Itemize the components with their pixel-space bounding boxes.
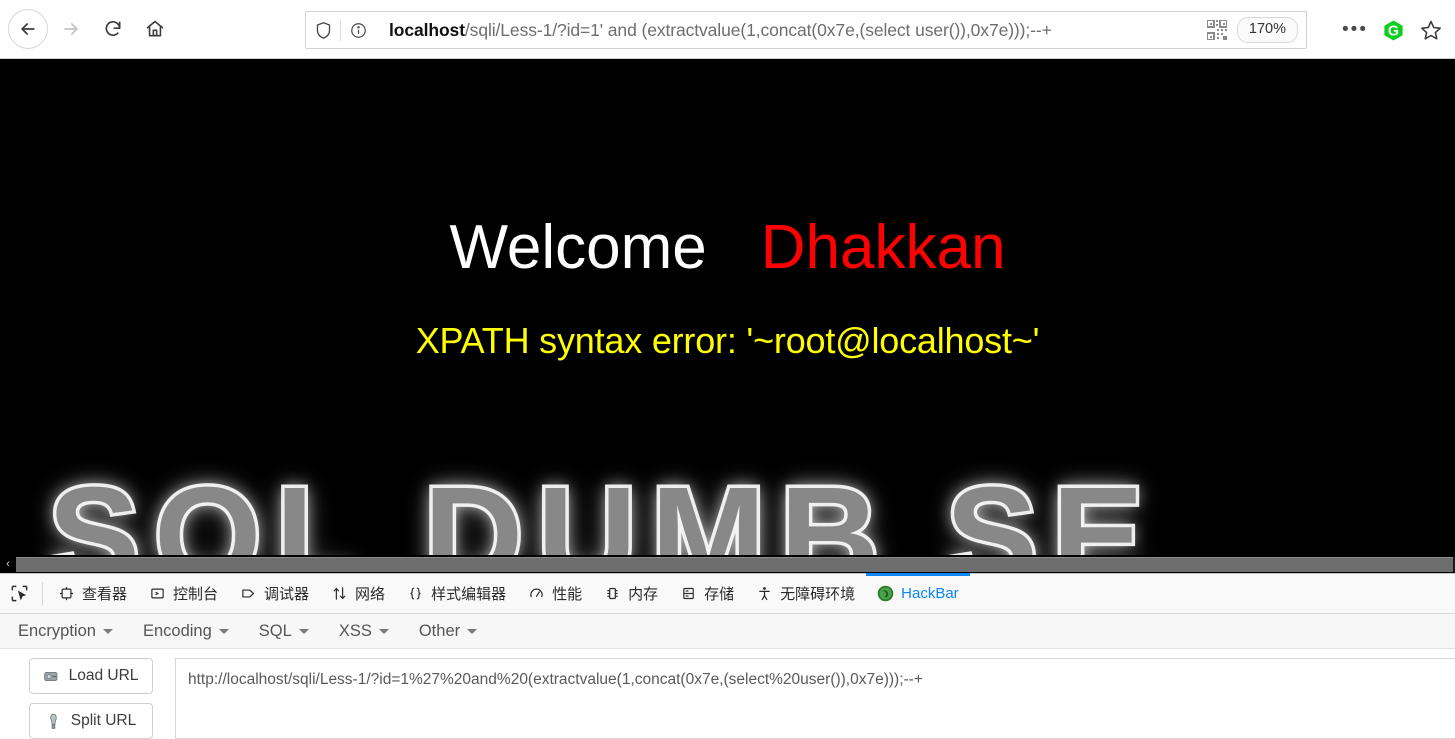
chevron-down-icon [467, 628, 478, 634]
qr-code-icon[interactable] [1205, 19, 1228, 41]
devtools-tab-storage[interactable]: 存储 [669, 574, 745, 613]
home-button[interactable] [136, 10, 174, 48]
browser-actions: ••• G [1337, 11, 1449, 49]
welcome-heading: Welcome Dhakkan [0, 212, 1455, 283]
performance-gauge-icon [528, 585, 545, 602]
url-bar[interactable]: localhost/sqli/Less-1/?id=1' and (extrac… [305, 11, 1307, 49]
arrow-left-icon [21, 23, 35, 35]
hackbar-menu-other[interactable]: Other [418, 621, 478, 641]
devtools-tab-memory[interactable]: 内存 [593, 574, 669, 613]
scrollbar-track[interactable] [16, 556, 1455, 572]
hackbar-menu-label: Encryption [18, 621, 96, 640]
split-url-button[interactable]: Split URL [28, 703, 153, 739]
load-url-button[interactable]: Load URL [28, 658, 153, 694]
devtools-tab-label: 网络 [355, 586, 386, 603]
devtools-tab-label: 性能 [552, 586, 583, 603]
xpath-error-message: XPATH syntax error: '~root@localhost~' [415, 320, 1040, 361]
scrollbar-thumb[interactable] [16, 556, 1453, 572]
url-text[interactable]: localhost/sqli/Less-1/?id=1' and (extrac… [375, 20, 1207, 41]
background-logo-text: SQL DUMB SE [45, 463, 1158, 555]
devtools-tab-debugger[interactable]: 调试器 [229, 574, 320, 613]
devtools-tab-label: 存储 [704, 586, 735, 603]
navigation-buttons [0, 9, 174, 49]
arrow-right-icon [64, 23, 78, 35]
web-page-content: Welcome Dhakkan XPATH syntax error: '~roo… [0, 59, 1455, 555]
hackbar-menu-sql[interactable]: SQL [259, 622, 309, 641]
zoom-level-indicator[interactable]: 170% [1236, 17, 1298, 43]
info-circle-icon[interactable] [341, 12, 375, 48]
hackbar-menubar: Encryption Encoding SQL XSS Other [0, 614, 1455, 649]
devtools-tab-label: 查看器 [82, 586, 128, 603]
devtools-tab-label: 无障碍环境 [780, 586, 856, 603]
hackbar-logo-icon [877, 585, 894, 602]
devtools-panel: 查看器 控制台 调试器 网络 样式编辑器 性能 内存 存储 无障碍环境 Hack… [0, 573, 1455, 739]
back-button[interactable] [8, 9, 48, 49]
hackbar-menu-label: SQL [258, 621, 292, 640]
style-editor-braces-icon [407, 585, 424, 602]
inspector-icon [58, 585, 75, 602]
hackbar-body: Load URL Split URL http://localhost/sqli… [0, 649, 1455, 739]
hackbar-menu-xss[interactable]: XSS [339, 622, 389, 641]
hackbar-url-input[interactable]: http://localhost/sqli/Less-1/?id=1%27%20… [175, 658, 1455, 739]
forward-button[interactable] [52, 10, 90, 48]
devtools-tabbar: 查看器 控制台 调试器 网络 样式编辑器 性能 内存 存储 无障碍环境 Hack… [0, 573, 1455, 614]
load-url-icon [43, 667, 61, 685]
hackbar-menu-encoding[interactable]: Encoding [143, 622, 229, 641]
chevron-down-icon [378, 628, 389, 634]
hackbar-panel: Encryption Encoding SQL XSS Other Load U… [0, 614, 1455, 739]
chevron-down-icon [102, 628, 113, 634]
debugger-icon [240, 585, 257, 602]
svg-text:G: G [1387, 23, 1398, 39]
devtools-tab-label: 控制台 [173, 586, 219, 603]
devtools-tab-label: 调试器 [264, 586, 310, 603]
devtools-tab-label: HackBar [901, 585, 959, 602]
reload-icon [105, 21, 121, 36]
devtools-tab-label: 样式编辑器 [431, 586, 507, 603]
devtools-tab-style-editor[interactable]: 样式编辑器 [396, 574, 517, 613]
horizontal-scrollbar[interactable]: ‹ [0, 555, 1455, 573]
accessibility-person-icon [756, 585, 773, 602]
hackbar-menu-label: XSS [338, 621, 372, 640]
chevron-down-icon [218, 628, 229, 634]
welcome-text: Welcome [449, 213, 707, 282]
devtools-tab-network[interactable]: 网络 [320, 574, 396, 613]
reload-button[interactable] [94, 10, 132, 48]
devtools-tab-inspector[interactable]: 查看器 [47, 574, 138, 613]
shield-icon[interactable] [306, 12, 340, 48]
devtools-tab-accessibility[interactable]: 无障碍环境 [745, 574, 866, 613]
url-host: localhost [389, 19, 465, 40]
urlbar-actions: 170% [1205, 12, 1306, 48]
hackbar-menu-label: Encoding [142, 621, 212, 640]
browser-toolbar: localhost/sqli/Less-1/?id=1' and (extrac… [0, 0, 1455, 59]
network-arrows-icon [331, 585, 348, 602]
devtools-divider [42, 582, 43, 605]
ellipsis-icon[interactable]: ••• [1337, 12, 1373, 48]
split-url-label: Split URL [70, 712, 137, 729]
load-url-label: Load URL [68, 667, 139, 684]
background-logo: SQL DUMB SE [0, 463, 1455, 555]
storage-database-icon [680, 585, 697, 602]
devtools-tab-console[interactable]: 控制台 [138, 574, 229, 613]
devtools-tab-hackbar[interactable]: HackBar [866, 573, 970, 613]
scrollbar-left-arrow[interactable]: ‹ [0, 555, 16, 573]
hackbar-menu-label: Other [418, 621, 461, 640]
memory-chip-icon [604, 585, 621, 602]
hackbar-menu-encryption[interactable]: Encryption [18, 622, 113, 641]
console-icon [149, 585, 166, 602]
url-path: /sqli/Less-1/?id=1' and (extractvalue(1,… [464, 19, 1052, 40]
g-extension-icon[interactable]: G [1375, 12, 1411, 48]
devtools-tab-performance[interactable]: 性能 [517, 574, 593, 613]
welcome-username: Dhakkan [760, 213, 1006, 282]
home-icon [146, 20, 164, 37]
chevron-down-icon [298, 628, 309, 634]
element-picker-icon[interactable] [0, 574, 38, 613]
split-url-icon [45, 712, 63, 730]
star-icon[interactable] [1413, 12, 1449, 48]
hackbar-button-column: Load URL Split URL [0, 658, 175, 739]
devtools-tab-label: 内存 [628, 586, 659, 603]
